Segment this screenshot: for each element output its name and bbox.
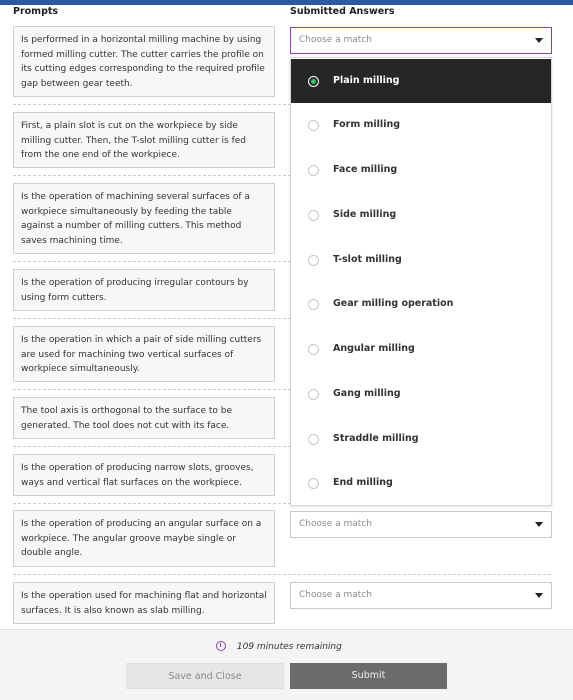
option-label: End milling — [333, 477, 393, 488]
prompt-item-3: Is the operation of machining several su… — [13, 183, 275, 254]
timer: 109 minutes remaining — [216, 641, 342, 652]
radio-icon — [308, 120, 319, 131]
prompt-item-9: Is the operation used for machining flat… — [13, 582, 275, 624]
option-label: Angular milling — [333, 343, 415, 354]
dropdown-option-t-slot-milling[interactable]: T-slot milling — [291, 238, 551, 282]
dropdown-option-form-milling[interactable]: Form milling — [291, 103, 551, 147]
top-accent-bar — [0, 0, 573, 5]
answers-column-header: Submitted Answers — [290, 6, 395, 17]
prompt-item-5: Is the operation in which a pair of side… — [13, 326, 275, 382]
answer-select-8[interactable]: Choose a match — [290, 511, 552, 538]
dropdown-option-gang-milling[interactable]: Gang milling — [291, 372, 551, 416]
dropdown-option-angular-milling[interactable]: Angular milling — [291, 327, 551, 371]
answer-dropdown-list: Plain milling Form milling Face milling … — [290, 57, 552, 506]
option-label: Gang milling — [333, 388, 401, 399]
option-label: Form milling — [333, 119, 401, 130]
option-label: Face milling — [333, 164, 398, 175]
prompt-item-7: Is the operation of producing narrow slo… — [13, 454, 275, 496]
dropdown-option-plain-milling[interactable]: Plain milling — [291, 59, 551, 103]
timer-icon — [216, 641, 226, 651]
caret-down-icon — [535, 593, 543, 598]
submit-button[interactable]: Submit — [290, 663, 447, 689]
select-placeholder: Choose a match — [299, 35, 372, 45]
dropdown-option-straddle-milling[interactable]: Straddle milling — [291, 417, 551, 461]
radio-icon — [308, 210, 319, 221]
select-placeholder: Choose a match — [299, 519, 372, 529]
prompt-item-1: Is performed in a horizontal milling mac… — [13, 26, 275, 97]
dropdown-option-gear-milling[interactable]: Gear milling operation — [291, 282, 551, 326]
radio-icon — [308, 299, 319, 310]
dropdown-option-face-milling[interactable]: Face milling — [291, 148, 551, 192]
option-label: Side milling — [333, 209, 397, 220]
caret-down-icon — [535, 522, 543, 527]
radio-icon — [308, 478, 319, 489]
radio-icon — [308, 165, 319, 176]
radio-icon — [308, 344, 319, 355]
radio-icon — [308, 255, 319, 266]
radio-icon — [308, 389, 319, 400]
row-divider — [13, 574, 551, 575]
radio-selected-icon — [308, 76, 319, 87]
radio-icon — [308, 434, 319, 445]
option-label: Plain milling — [333, 75, 400, 86]
dropdown-option-side-milling[interactable]: Side milling — [291, 193, 551, 237]
answer-select-1[interactable]: Choose a match — [290, 27, 552, 54]
prompt-item-6: The tool axis is orthogonal to the surfa… — [13, 397, 275, 439]
prompt-item-4: Is the operation of producing irregular … — [13, 269, 275, 311]
footer-bar: 109 minutes remaining Save and Close Sub… — [0, 629, 573, 700]
timer-text: 109 minutes remaining — [236, 642, 342, 652]
answer-select-9[interactable]: Choose a match — [290, 582, 552, 609]
save-and-close-button[interactable]: Save and Close — [126, 663, 284, 689]
option-label: Gear milling operation — [333, 298, 454, 309]
prompt-item-2: First, a plain slot is cut on the workpi… — [13, 112, 275, 168]
prompt-item-8: Is the operation of producing an angular… — [13, 510, 275, 567]
caret-down-icon — [535, 38, 543, 43]
dropdown-option-end-milling[interactable]: End milling — [291, 461, 551, 505]
prompts-column-header: Prompts — [13, 6, 59, 17]
select-placeholder: Choose a match — [299, 590, 372, 600]
option-label: Straddle milling — [333, 433, 419, 444]
option-label: T-slot milling — [333, 254, 402, 265]
